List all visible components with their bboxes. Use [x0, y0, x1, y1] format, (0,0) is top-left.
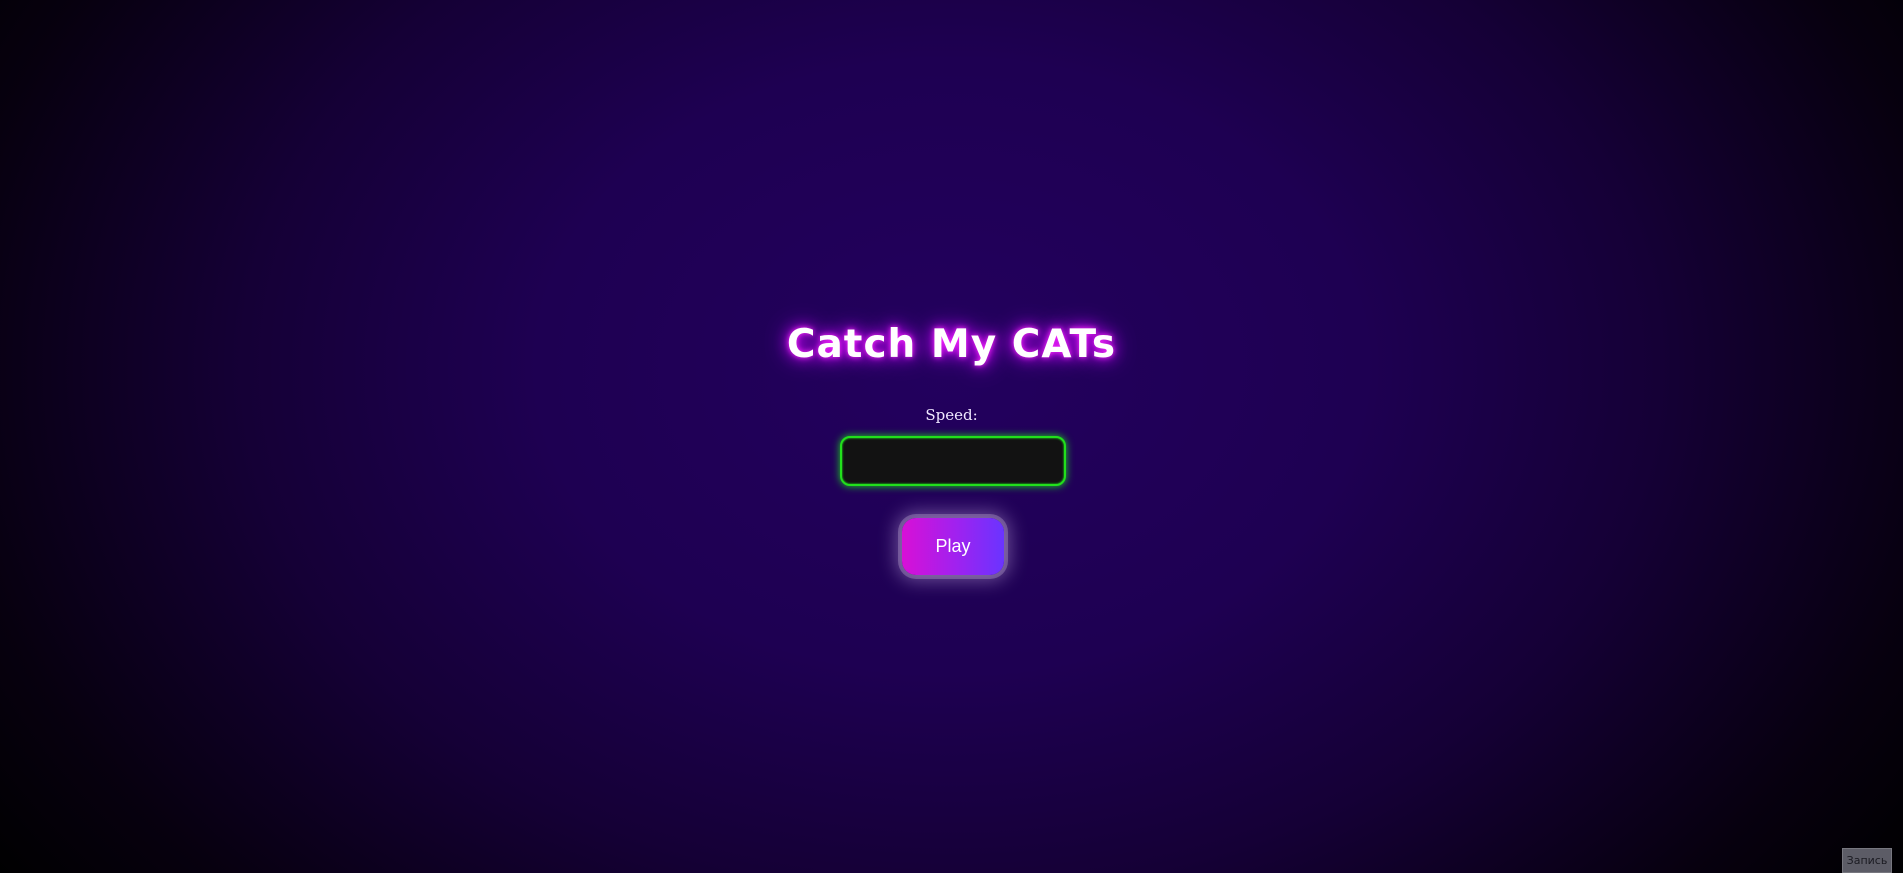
speed-input[interactable]: [840, 436, 1066, 486]
record-button[interactable]: Запись: [1842, 848, 1892, 873]
play-button[interactable]: Play: [902, 518, 1004, 575]
game-title: Catch My CATs: [786, 322, 1117, 367]
speed-label: Speed:: [925, 406, 978, 424]
